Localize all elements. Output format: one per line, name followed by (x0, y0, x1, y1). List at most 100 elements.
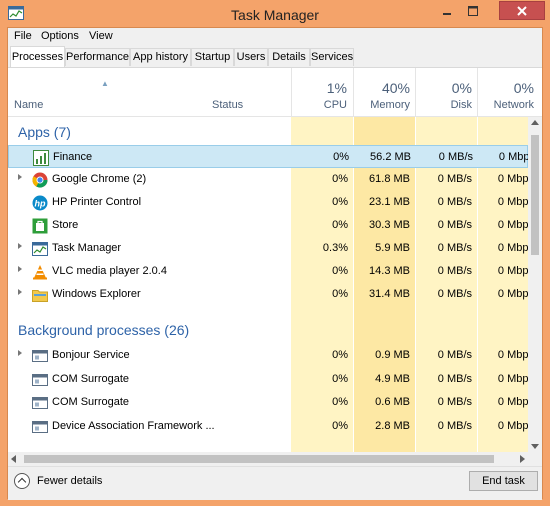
cpu-value: 0% (332, 196, 348, 208)
expand-chevron-icon[interactable] (18, 289, 22, 295)
svg-text:hp: hp (35, 199, 46, 209)
network-value: 0 Mbps (497, 396, 528, 408)
cpu-value: 0% (332, 349, 348, 361)
cpu-value: 0% (333, 151, 349, 163)
group-header-background-processes: Background processes (26) (18, 322, 190, 338)
column-header-name[interactable]: Name (14, 99, 43, 111)
disk-value: 0 MB/s (437, 396, 472, 408)
memory-value: 30.3 MB (369, 219, 410, 231)
footer-bar: Fewer details End task (8, 466, 542, 500)
tab-users[interactable]: Users (234, 48, 268, 66)
expand-chevron-icon[interactable] (18, 266, 22, 272)
column-header-memory[interactable]: Memory (354, 99, 410, 111)
process-name: VLC media player 2.0.4 (52, 265, 167, 277)
scroll-right-icon[interactable] (520, 455, 525, 463)
tab-startup[interactable]: Startup (191, 48, 234, 66)
process-row-com-surrogate[interactable]: COM Surrogate 0% 0.6 MB 0 MB/s 0 Mbps (8, 391, 528, 414)
process-row-hp-printer-control[interactable]: hp HP Printer Control 0% 23.1 MB 0 MB/s … (8, 191, 528, 214)
horizontal-scroll-thumb[interactable] (24, 455, 494, 463)
process-row-store[interactable]: Store 0% 30.3 MB 0 MB/s 0 Mbps (8, 214, 528, 237)
process-row-task-manager[interactable]: Task Manager 0.3% 5.9 MB 0 MB/s 0 Mbps (8, 237, 528, 260)
close-button[interactable] (499, 1, 545, 20)
scrollbar-corner (528, 452, 542, 466)
memory-value: 23.1 MB (369, 196, 410, 208)
tab-services[interactable]: Services (310, 48, 354, 66)
column-header-network[interactable]: Network (478, 99, 534, 111)
expand-chevron-icon[interactable] (18, 243, 22, 249)
disk-value: 0 MB/s (437, 373, 472, 385)
explorer-folder-icon (32, 290, 48, 302)
process-name: Finance (53, 151, 93, 163)
tab-strip: Processes Performance App history Startu… (8, 46, 542, 68)
menu-file[interactable]: File (14, 30, 32, 42)
memory-value: 5.9 MB (375, 242, 410, 254)
memory-value: 0.6 MB (375, 396, 410, 408)
vertical-scroll-thumb[interactable] (531, 135, 539, 255)
minimize-icon (443, 12, 451, 15)
expand-chevron-icon[interactable] (18, 350, 22, 356)
network-value: 0 Mbps (497, 265, 528, 277)
process-row-device-association-framework[interactable]: Device Association Framework ... 0% 2.8 … (8, 415, 528, 438)
column-header-row: ▲ Name Status 1% CPU 40% Memory 0% Disk … (8, 68, 542, 117)
disk-value: 0 MB/s (437, 288, 472, 300)
process-row-com-surrogate[interactable]: COM Surrogate 0% 4.9 MB 0 MB/s 0 Mbps (8, 368, 528, 391)
tab-app-history[interactable]: App history (130, 48, 191, 66)
memory-value: 14.3 MB (369, 265, 410, 277)
cpu-value: 0% (332, 288, 348, 300)
horizontal-scrollbar[interactable] (8, 452, 528, 466)
finance-icon (33, 150, 49, 166)
network-value: 0 Mbps (497, 242, 528, 254)
column-header-cpu[interactable]: CPU (291, 99, 347, 111)
process-row-vlc[interactable]: VLC media player 2.0.4 0% 14.3 MB 0 MB/s… (8, 260, 528, 283)
vlc-icon (33, 265, 47, 280)
vertical-scrollbar[interactable] (528, 117, 542, 452)
cpu-value: 0% (332, 373, 348, 385)
network-value: 0 Mbps (497, 173, 528, 185)
chevron-up-circle-icon[interactable] (14, 473, 30, 489)
column-header-disk[interactable]: Disk (416, 99, 472, 111)
process-row-google-chrome[interactable]: Google Chrome (2) 0% 61.8 MB 0 MB/s 0 Mb… (8, 168, 528, 191)
process-name: COM Surrogate (52, 373, 130, 385)
memory-value: 31.4 MB (369, 288, 410, 300)
disk-value: 0 MB/s (437, 219, 472, 231)
memory-value: 2.8 MB (375, 420, 410, 432)
memory-value: 61.8 MB (369, 173, 410, 185)
close-icon (517, 5, 527, 16)
maximize-button[interactable] (460, 1, 486, 20)
disk-value: 0 MB/s (437, 349, 472, 361)
column-header-status[interactable]: Status (212, 99, 243, 111)
task-manager-window: File Options View Processes Performance … (7, 27, 543, 500)
tab-performance[interactable]: Performance (65, 48, 130, 66)
network-value: 0 Mbps (498, 151, 528, 163)
scroll-down-icon[interactable] (531, 444, 539, 449)
process-row-bonjour-service[interactable]: Bonjour Service 0% 0.9 MB 0 MB/s 0 Mbps (8, 344, 528, 367)
scroll-up-icon[interactable] (531, 120, 539, 125)
menu-bar: File Options View (8, 28, 542, 46)
process-row-windows-explorer[interactable]: Windows Explorer 0% 31.4 MB 0 MB/s 0 Mbp… (8, 283, 528, 306)
fewer-details-link[interactable]: Fewer details (37, 475, 102, 487)
hp-icon: hp (32, 195, 48, 211)
scroll-left-icon[interactable] (11, 455, 16, 463)
title-bar[interactable]: Task Manager (0, 0, 550, 28)
process-row-finance[interactable]: Finance 0% 56.2 MB 0 MB/s 0 Mbps (8, 145, 528, 168)
network-value: 0 Mbps (497, 349, 528, 361)
memory-value: 56.2 MB (370, 151, 411, 163)
cpu-value: 0% (332, 173, 348, 185)
menu-options[interactable]: Options (41, 30, 79, 42)
cpu-total[interactable]: 1% (291, 80, 347, 96)
service-window-icon (32, 350, 48, 362)
expand-chevron-icon[interactable] (18, 174, 22, 180)
network-value: 0 Mbps (497, 196, 528, 208)
memory-total[interactable]: 40% (354, 80, 410, 96)
disk-total[interactable]: 0% (416, 80, 472, 96)
maximize-icon (468, 5, 478, 16)
disk-value: 0 MB/s (437, 173, 472, 185)
tab-details[interactable]: Details (268, 48, 310, 66)
process-name: Task Manager (52, 242, 122, 254)
minimize-button[interactable] (434, 1, 460, 20)
tab-processes[interactable]: Processes (10, 46, 65, 67)
menu-view[interactable]: View (89, 30, 113, 42)
network-total[interactable]: 0% (478, 80, 534, 96)
network-value: 0 Mbps (497, 420, 528, 432)
end-task-button[interactable]: End task (469, 471, 538, 491)
